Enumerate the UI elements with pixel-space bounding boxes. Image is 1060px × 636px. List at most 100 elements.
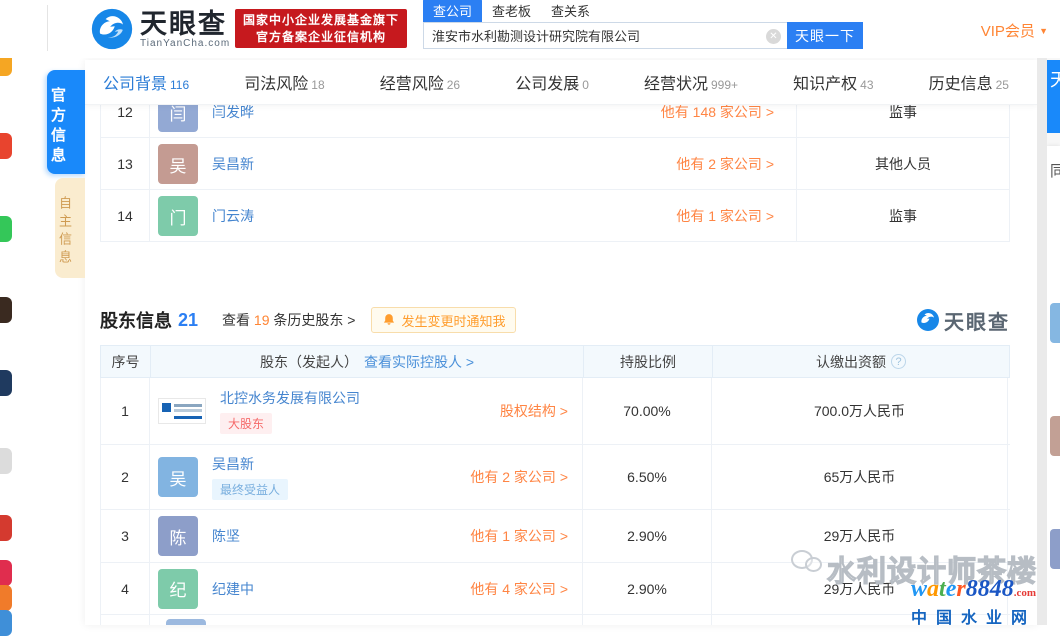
avatar[interactable]: 门 bbox=[158, 196, 198, 236]
history-suffix: 条历史股东 > bbox=[273, 312, 355, 328]
avatar[interactable]: 陈 bbox=[158, 516, 198, 556]
row-number: 13 bbox=[100, 138, 150, 190]
tab-count: 25 bbox=[996, 78, 1009, 92]
tianyancha-swirl-icon bbox=[90, 7, 134, 51]
search-tab-company[interactable]: 查公司 bbox=[423, 0, 482, 22]
row-number: 4 bbox=[100, 563, 150, 614]
tab-count: 116 bbox=[170, 78, 189, 92]
tab-operation-risk[interactable]: 经营风险26 bbox=[380, 70, 460, 94]
tab-history-info[interactable]: 历史信息25 bbox=[929, 70, 1009, 94]
amount-value: 700.0万人民币 bbox=[712, 378, 1008, 444]
tab-judicial-risk[interactable]: 司法风险18 bbox=[244, 70, 324, 94]
search-tab-boss[interactable]: 查老板 bbox=[482, 0, 541, 22]
section-title: 股东信息 bbox=[100, 307, 172, 333]
major-shareholder-tag: 大股东 bbox=[220, 413, 272, 434]
company-logo-thumbnail[interactable] bbox=[158, 398, 206, 424]
avatar bbox=[1050, 529, 1060, 569]
avatar[interactable]: 闫 bbox=[158, 105, 198, 132]
search-area: 查公司 查老板 查关系 ✕ 天眼一下 bbox=[423, 2, 863, 49]
side-tab-self-info[interactable]: 自主信息 bbox=[55, 178, 85, 278]
chevron-down-icon: ▼ bbox=[1039, 26, 1048, 36]
row-number: 14 bbox=[100, 190, 150, 242]
tianyancha-logo[interactable]: 天眼查 TianYanCha.com bbox=[90, 7, 230, 51]
his-companies-link[interactable]: 他有 148 家公司 > bbox=[661, 105, 774, 122]
person-name-link[interactable]: 吴昌新 bbox=[212, 454, 288, 474]
background-window-heading: 同 bbox=[1050, 160, 1060, 181]
equity-structure-link[interactable]: 股权结构 > bbox=[500, 401, 568, 421]
avatar[interactable]: 吴 bbox=[158, 144, 198, 184]
dock-icon-5[interactable] bbox=[0, 370, 12, 396]
notify-on-change-button[interactable]: 发生变更时通知我 bbox=[371, 307, 516, 333]
person-name-link[interactable]: 吴昌新 bbox=[212, 154, 254, 174]
dock-icon-2[interactable] bbox=[0, 133, 12, 159]
tab-company-development[interactable]: 公司发展0 bbox=[515, 70, 589, 94]
badge-line2: 官方备案企业征信机构 bbox=[256, 29, 386, 46]
company-name-link[interactable]: 北控水务发展有限公司 bbox=[220, 388, 360, 408]
window-gap-strip bbox=[1037, 58, 1047, 625]
amount-header-label: 认缴出资额 bbox=[816, 352, 886, 372]
clear-search-icon[interactable]: ✕ bbox=[766, 29, 781, 44]
logo-domain: TianYanCha.com bbox=[140, 38, 230, 49]
tab-count: 0 bbox=[582, 78, 589, 92]
his-companies-link[interactable]: 他有 4 家公司 > bbox=[470, 579, 568, 599]
tab-label: 公司背景 bbox=[103, 76, 167, 93]
search-button[interactable]: 天眼一下 bbox=[787, 22, 863, 49]
tab-company-background[interactable]: 公司背景116 bbox=[103, 70, 189, 94]
table-row-partial bbox=[100, 615, 1010, 625]
header-divider bbox=[47, 5, 48, 51]
side-tab-official-info[interactable]: 官方信息 bbox=[47, 70, 85, 174]
tab-label: 经营状况 bbox=[644, 76, 708, 93]
table-row: 2 吴 吴昌新 最终受益人 他有 2 家公司 > 6.50% 65万人民币 bbox=[100, 445, 1010, 510]
help-icon[interactable]: ? bbox=[891, 354, 906, 369]
background-window-edge: 天 同 bbox=[1047, 58, 1060, 625]
tab-count: 43 bbox=[860, 78, 873, 92]
ratio-value: 6.50% bbox=[583, 445, 712, 509]
person-name-link[interactable]: 陈坚 bbox=[212, 526, 240, 546]
avatar[interactable]: 吴 bbox=[158, 457, 198, 497]
row-number: 2 bbox=[100, 445, 150, 509]
ratio-value: 2.90% bbox=[583, 510, 712, 562]
dock-icon-4[interactable] bbox=[0, 297, 12, 323]
row-number: 3 bbox=[100, 510, 150, 562]
his-companies-link[interactable]: 他有 1 家公司 > bbox=[676, 206, 774, 226]
vip-member-menu[interactable]: VIP会员 ▼ bbox=[981, 20, 1048, 41]
dock-icon-9[interactable] bbox=[0, 585, 12, 611]
tab-intellectual-property[interactable]: 知识产权43 bbox=[793, 70, 873, 94]
avatar bbox=[1050, 303, 1060, 343]
tab-label: 经营风险 bbox=[380, 76, 444, 93]
his-companies-link[interactable]: 他有 2 家公司 > bbox=[676, 154, 774, 174]
search-box: ✕ bbox=[423, 22, 787, 49]
position-label: 监事 bbox=[797, 190, 1010, 242]
tab-count: 999+ bbox=[711, 78, 738, 92]
person-name-link[interactable]: 纪建中 bbox=[212, 579, 254, 599]
his-companies-link[interactable]: 他有 2 家公司 > bbox=[470, 467, 568, 487]
actual-controller-link[interactable]: 查看实际控股人 > bbox=[364, 352, 474, 372]
col-header-no: 序号 bbox=[101, 346, 151, 377]
his-companies-link[interactable]: 他有 1 家公司 > bbox=[470, 526, 568, 546]
person-name-link[interactable]: 门云涛 bbox=[212, 206, 254, 226]
tianyancha-swirl-icon bbox=[916, 308, 940, 332]
dock-icon-8[interactable] bbox=[0, 560, 12, 586]
table-row: 1 北控水务发展有限公司 大股东 股权结构 > 70.00% 700.0万人民币 bbox=[100, 378, 1010, 445]
search-input[interactable] bbox=[424, 23, 754, 48]
vip-label: VIP会员 bbox=[981, 23, 1035, 40]
notify-label: 发生变更时通知我 bbox=[401, 311, 505, 330]
logo-name: 天眼查 bbox=[140, 10, 230, 38]
tab-count: 26 bbox=[447, 78, 460, 92]
avatar bbox=[166, 619, 206, 625]
dock-icon-7[interactable] bbox=[0, 515, 12, 541]
dock-icon-6[interactable] bbox=[0, 448, 12, 474]
history-shareholders-link[interactable]: 查看 19 条历史股东 > bbox=[222, 310, 355, 330]
dock-icon-10[interactable] bbox=[0, 610, 12, 636]
person-name-link[interactable]: 闫发晔 bbox=[212, 105, 254, 122]
col-header-ratio: 持股比例 bbox=[584, 346, 713, 377]
tab-label: 知识产权 bbox=[793, 76, 857, 93]
amount-value: 65万人民币 bbox=[712, 445, 1008, 509]
row-number: 12 bbox=[100, 105, 150, 138]
table-row: 12 闫 闫发晔 他有 148 家公司 > 监事 bbox=[100, 105, 1010, 138]
search-tab-relation[interactable]: 查关系 bbox=[541, 0, 600, 22]
tab-label: 公司发展 bbox=[515, 76, 579, 93]
tab-operation-status[interactable]: 经营状况999+ bbox=[644, 70, 738, 94]
avatar[interactable]: 纪 bbox=[158, 569, 198, 609]
dock-icon-3[interactable] bbox=[0, 216, 12, 242]
